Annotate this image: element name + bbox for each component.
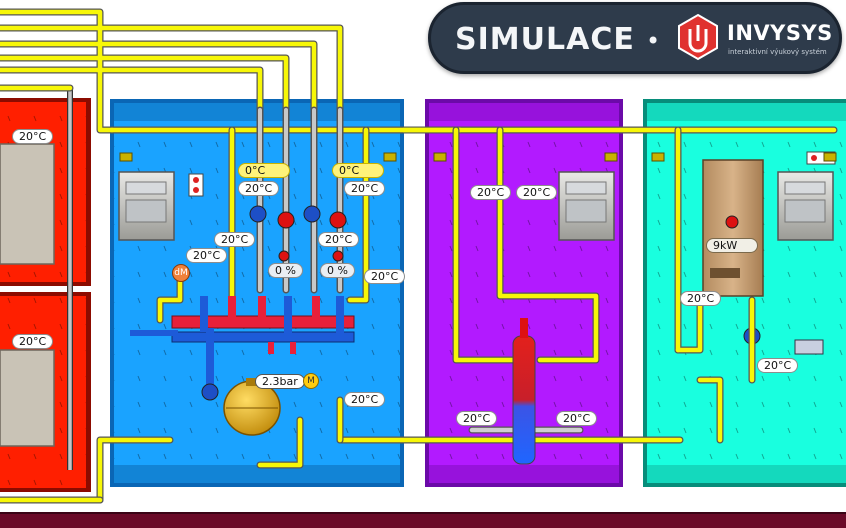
- valve-right-position[interactable]: 0 %: [320, 263, 355, 278]
- pressure-indicator-icon[interactable]: M: [303, 373, 319, 389]
- banner-separator: •: [646, 27, 661, 55]
- room-temp-lower[interactable]: 20°C: [12, 334, 54, 349]
- sensor-mix[interactable]: 20°C: [186, 248, 228, 263]
- sensor-return-left[interactable]: 20°C: [214, 232, 256, 247]
- red-rooms: [0, 90, 91, 492]
- footer-bar: [0, 512, 846, 528]
- heater-power[interactable]: 9kW: [706, 238, 758, 253]
- brand-tagline: interaktivní výukový systém: [728, 48, 827, 56]
- sensor-return-main[interactable]: 20°C: [364, 269, 406, 284]
- tank-sensor-bottom-left[interactable]: 20°C: [456, 411, 498, 426]
- simulation-banner: SIMULACE • INVYSYS interaktivní výukový …: [428, 2, 842, 74]
- sensor-flow-left[interactable]: 20°C: [238, 181, 280, 196]
- tank-sensor-top-right[interactable]: 20°C: [516, 185, 558, 200]
- sensor-bottom[interactable]: 20°C: [344, 392, 386, 407]
- banner-title: SIMULACE: [455, 22, 635, 57]
- sensor-flow-right[interactable]: 20°C: [344, 181, 386, 196]
- valve-left-position[interactable]: 0 %: [268, 263, 303, 278]
- pressure-gauge[interactable]: 2.3bar: [255, 374, 305, 389]
- plant-schematic: [0, 8, 846, 528]
- dm-indicator[interactable]: dM: [172, 264, 190, 282]
- heater-sensor-right[interactable]: 20°C: [757, 358, 799, 373]
- tank-sensor-bottom-right[interactable]: 20°C: [556, 411, 598, 426]
- simulation-screen: 20°C 20°C 0°C 0°C 20°C 20°C 20°C 20°C 20…: [0, 0, 846, 528]
- sensor-return-right[interactable]: 20°C: [318, 232, 360, 247]
- setpoint-left[interactable]: 0°C: [238, 163, 290, 178]
- electric-water-heater: [702, 159, 764, 297]
- room-temp-upper[interactable]: 20°C: [12, 129, 54, 144]
- heater-sensor-left[interactable]: 20°C: [680, 291, 722, 306]
- brand-name: INVYSYS: [727, 21, 833, 45]
- invysys-logo-icon: [678, 13, 718, 61]
- setpoint-right[interactable]: 0°C: [332, 163, 384, 178]
- dm-label: dM: [174, 268, 188, 278]
- tank-sensor-top-left[interactable]: 20°C: [470, 185, 512, 200]
- storage-tank: [512, 318, 536, 465]
